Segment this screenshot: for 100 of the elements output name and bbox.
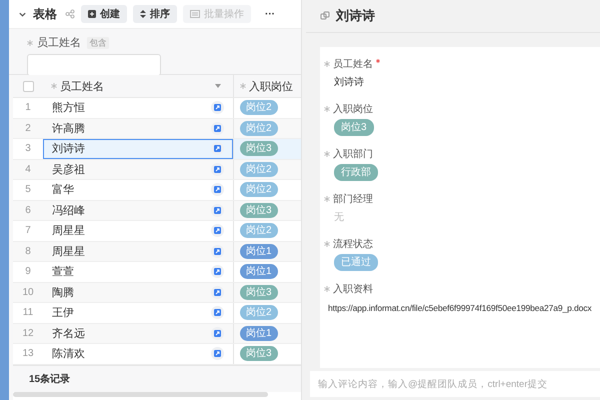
field-label: 入职部门 (333, 148, 373, 161)
plus-icon (88, 10, 96, 18)
asterisk-icon (240, 83, 246, 89)
comment-input[interactable]: 输入评论内容，输入@提醒团队成员，ctrl+enter提交 (310, 371, 600, 397)
open-record-icon[interactable] (211, 224, 224, 238)
row-number: 11 (22, 307, 34, 318)
field-label: 流程状态 (333, 238, 373, 251)
position-tag: 岗位3 (240, 202, 278, 218)
employee-name: 冯绍峰 (52, 204, 85, 218)
name-cell[interactable]: 冯绍峰 (43, 200, 233, 220)
scrollbar-thumb[interactable] (13, 392, 268, 397)
open-record-icon[interactable] (211, 122, 224, 135)
position-tag: 岗位2 (240, 120, 278, 136)
position-tag: 岗位3 (240, 346, 278, 362)
asterisk-icon (324, 286, 330, 292)
field-label: 部门经理 (333, 192, 373, 206)
field-value: 刘诗诗 (334, 76, 365, 90)
employee-name: 许高腾 (52, 122, 85, 136)
position-tag: 岗位2 (240, 223, 278, 238)
row-number: 8 (24, 246, 32, 257)
position-tag: 岗位2 (240, 182, 278, 198)
field-label: 员工姓名 (333, 58, 373, 71)
open-record-icon[interactable] (211, 286, 224, 299)
column-header[interactable]: 入职岗位 (249, 78, 293, 94)
name-cell[interactable]: 王伊 (43, 303, 233, 322)
open-record-icon[interactable] (211, 265, 224, 278)
position-tag: 岗位1 (240, 244, 278, 259)
row-number: 10 (21, 286, 35, 298)
open-record-icon[interactable] (211, 101, 224, 114)
field-label: 入职岗位 (333, 102, 373, 116)
filter-label: 员工姓名 (37, 36, 81, 50)
employee-name: 陶腾 (52, 286, 74, 300)
position-tag: 岗位3 (240, 141, 278, 156)
share-icon[interactable] (65, 9, 75, 19)
empty-value: 无 (334, 211, 345, 225)
name-cell[interactable]: 许高腾 (43, 118, 233, 138)
open-record-icon[interactable] (211, 162, 224, 176)
table-title: 表格 (33, 6, 57, 22)
asterisk-icon (324, 61, 330, 67)
value-tag: 行政部 (334, 164, 378, 181)
field-label: 入职资料 (333, 282, 373, 296)
row-number: 5 (24, 184, 32, 196)
more-button[interactable]: ··· (265, 8, 275, 20)
position-tag: 岗位1 (240, 326, 278, 341)
employee-name: 萱萱 (52, 265, 74, 280)
filter-input[interactable] (27, 54, 161, 76)
sort-button[interactable]: 排序 (133, 5, 177, 23)
row-number: 1 (24, 102, 32, 114)
employee-name: 齐名远 (52, 326, 85, 341)
position-tag: 岗位2 (240, 305, 278, 320)
position-tag: 岗位2 (240, 100, 278, 116)
name-cell[interactable]: 齐名远 (43, 324, 233, 343)
asterisk-icon (324, 241, 330, 247)
asterisk-icon (51, 83, 57, 89)
employee-name: 刘诗诗 (52, 142, 85, 156)
name-cell[interactable]: 熊方恒 (43, 98, 233, 118)
name-cell[interactable]: 吴彦祖 (43, 160, 233, 179)
employee-name: 熊方恒 (52, 100, 85, 116)
employee-name: 富华 (52, 182, 74, 198)
value-tag: 已通过 (334, 254, 378, 271)
record-count: 15条记录 (29, 372, 70, 386)
name-cell[interactable]: 陶腾 (43, 282, 233, 302)
row-number: 9 (24, 266, 32, 278)
open-record-icon[interactable] (211, 183, 224, 196)
column-header[interactable]: 员工姓名 (60, 78, 104, 94)
open-record-icon[interactable] (211, 142, 224, 156)
asterisk-icon (324, 106, 330, 112)
open-record-icon[interactable] (211, 347, 224, 360)
employee-name: 陈清欢 (52, 347, 85, 362)
open-record-icon[interactable] (211, 244, 224, 258)
employee-name: 周星星 (52, 224, 85, 238)
list-icon (190, 10, 200, 18)
name-cell[interactable]: 周星星 (43, 221, 233, 240)
name-cell[interactable]: 陈清欢 (43, 344, 233, 364)
row-number: 3 (24, 143, 32, 154)
name-cell[interactable]: 富华 (43, 180, 233, 200)
position-tag: 岗位3 (240, 284, 278, 300)
name-cell[interactable]: 萱萱 (43, 262, 233, 282)
asterisk-icon (324, 196, 330, 202)
asterisk-icon (27, 40, 33, 46)
record-icon (320, 11, 330, 21)
sort-icon (140, 10, 146, 18)
create-button[interactable]: 创建 (81, 5, 127, 23)
asterisk-icon (324, 151, 330, 157)
name-cell[interactable]: 刘诗诗 (43, 139, 233, 158)
select-all-checkbox[interactable] (22, 80, 34, 92)
name-cell[interactable]: 周星星 (43, 242, 233, 261)
open-record-icon[interactable] (211, 326, 224, 340)
field-value: https://app.informat.cn/file/c5ebef6f99974f169f50ee199bea27a9_p.docx (328, 302, 593, 315)
employee-name: 周星星 (52, 244, 85, 259)
position-tag: 岗位1 (240, 264, 278, 280)
position-tag: 岗位2 (240, 162, 278, 177)
caret-icon[interactable] (215, 84, 221, 88)
row-number: 6 (24, 204, 32, 216)
row-number: 2 (24, 122, 32, 134)
open-record-icon[interactable] (211, 306, 224, 320)
detail-title: 刘诗诗 (336, 7, 375, 25)
row-number: 12 (21, 328, 35, 339)
employee-name: 吴彦祖 (52, 162, 85, 177)
open-record-icon[interactable] (211, 204, 224, 217)
